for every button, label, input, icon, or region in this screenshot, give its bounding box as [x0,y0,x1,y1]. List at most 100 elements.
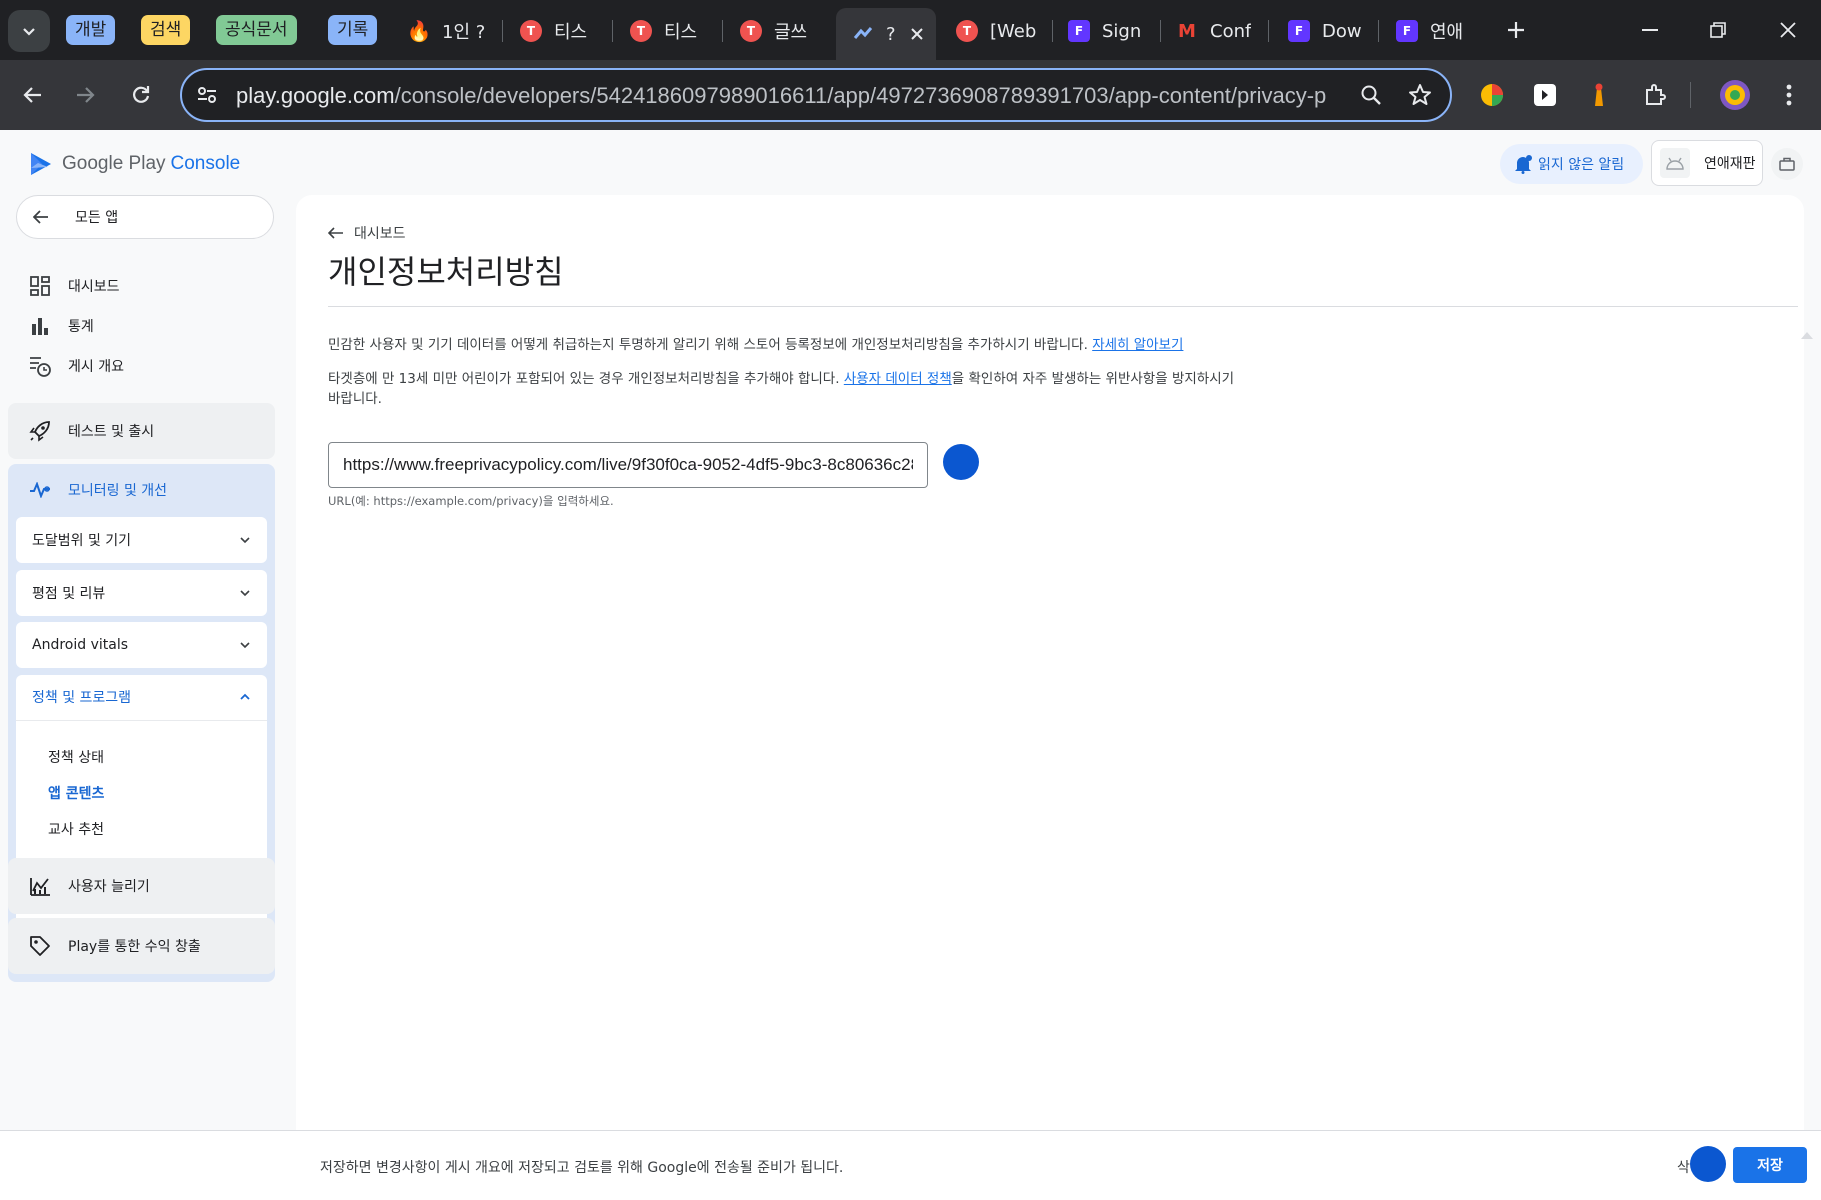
site-settings-icon[interactable] [196,84,218,106]
tab-search-button[interactable] [8,10,50,52]
android-icon [1666,157,1684,170]
sidebar-section-grow-users[interactable]: 사용자 늘리기 [8,858,275,914]
close-tab-icon[interactable] [910,27,924,41]
app-selector[interactable]: 연애재판 [1651,140,1763,186]
save-footer-message: 저장하면 변경사항이 게시 개요에 저장되고 검토를 위해 Google에 전송… [320,1160,844,1176]
scroll-up-arrow-icon[interactable] [1800,330,1814,340]
browser-tab[interactable]: F Dow [1288,12,1364,50]
close-window-button[interactable] [1760,12,1816,48]
tistory-icon: T [630,20,652,42]
browser-tab[interactable]: T 글쓰 [740,12,816,50]
fire-icon: 🔥 [408,19,432,43]
reload-icon [133,86,150,103]
play-console-logo[interactable]: Google Play Console [28,151,240,177]
play-console-page: Google Play Console 읽지 않은 알림 연애재판 모든 앱 대… [0,130,1821,1200]
sidebar-item-dashboard[interactable]: 대시보드 [28,274,120,298]
sidebar-sub-reach-devices[interactable]: 도달범위 및 기기 [16,517,267,563]
play-console-icon [853,27,873,39]
browser-tab[interactable]: 🔥 1인 ? [408,12,486,50]
back-to-dashboard-link[interactable]: 대시보드 [328,223,406,243]
tab-strip: 개발 검색 공식문서 기록 🔥 1인 ? T 티스 T 티스 T 글쓰 ? T … [0,0,1821,60]
url-hint: URL(예: https://example.com/privacy)을 입력하… [328,494,614,508]
sidebar-leaf-app-content[interactable]: 앱 콘텐츠 [48,783,104,803]
rocket-icon [28,419,52,443]
reload-button[interactable] [120,74,162,116]
figma-like-icon: F [1068,20,1090,42]
chevron-down-icon [240,537,250,544]
profile-avatar[interactable] [1718,78,1752,112]
extension-code-icon[interactable] [1528,78,1562,112]
main-content: 대시보드 개인정보처리방침 민감한 사용자 및 기기 데이터를 어떻게 취급하는… [296,195,1804,1130]
forward-button[interactable] [64,74,106,116]
unread-notifications-button[interactable]: 읽지 않은 알림 [1500,144,1643,184]
figma-like-icon: F [1396,20,1418,42]
growth-chart-icon [28,874,52,898]
chevron-down-icon [240,590,250,597]
zoom-icon[interactable] [1360,84,1382,106]
tistory-icon: T [520,20,542,42]
browser-tab[interactable]: T 티스 [630,12,706,50]
url-text[interactable]: play.google.com/console/developers/54241… [236,83,1326,109]
sidebar-section-monetize[interactable]: Play를 통한 수익 창출 [8,918,275,974]
all-apps-button[interactable]: 모든 앱 [16,195,274,239]
bar-chart-icon [28,314,52,338]
browser-toolbar: play.google.com/console/developers/54241… [0,60,1821,130]
play-logo-icon [31,153,51,175]
browser-tab-active[interactable]: ? [836,8,936,60]
sidebar-sub-android-vitals[interactable]: Android vitals [16,622,267,668]
tag-icon [28,934,52,958]
sidebar-sub-policy-header[interactable]: 정책 및 프로그램 [16,675,267,719]
discard-button[interactable]: 삭 [1677,1157,1690,1177]
user-data-policy-link[interactable]: 사용자 데이터 정책 [844,371,952,387]
minimize-icon [1642,29,1658,31]
chevron-up-icon [240,693,250,700]
extension-lighthouse-icon[interactable] [1582,78,1616,112]
browser-tab[interactable]: T [Web [956,12,1036,50]
learn-more-link[interactable]: 자세히 알아보기 [1092,337,1183,353]
browser-tab[interactable]: T 티스 [520,12,598,50]
figma-like-icon: F [1288,20,1310,42]
sidebar-section-monitor[interactable]: 모니터링 및 개선 [8,464,275,516]
children-policy-text: 타겟층에 만 13세 미만 어린이가 포함되어 있는 경우 개인정보처리방침을 … [328,371,1235,407]
tab-group-search[interactable]: 검색 [141,15,191,45]
chevron-down-icon [240,642,250,649]
tistory-icon: T [740,20,762,42]
sidebar-item-publishing-overview[interactable]: 게시 개요 [28,354,124,378]
sidebar-item-statistics[interactable]: 통계 [28,314,94,338]
gmail-icon: M [1178,20,1196,42]
arrow-left-icon [328,227,343,239]
address-bar[interactable]: play.google.com/console/developers/54241… [180,68,1452,122]
app-briefcase-button[interactable] [1771,148,1803,180]
more-vert-icon [1786,84,1792,106]
privacy-policy-url-input[interactable] [328,442,928,488]
sidebar-leaf-teacher-approved[interactable]: 교사 추천 [48,819,104,839]
tab-group-docs[interactable]: 공식문서 [216,15,297,45]
extension-color-icon[interactable] [1475,78,1509,112]
tab-group-records[interactable]: 기록 [328,15,378,45]
plus-icon [1508,22,1524,38]
arrow-left-icon [33,210,48,224]
dashboard-icon [28,274,52,298]
cursor-indicator [1690,1146,1726,1182]
bookmark-star-icon[interactable] [1408,83,1432,107]
restore-button[interactable] [1690,12,1746,48]
sidebar-sub-ratings-reviews[interactable]: 평점 및 리뷰 [16,570,267,616]
publishing-overview-icon [28,354,52,378]
tab-group-dev[interactable]: 개발 [66,15,116,45]
sidebar-section-test-release[interactable]: 테스트 및 출시 [8,403,275,459]
browser-tab[interactable]: M Conf [1176,12,1254,50]
privacy-intro-text: 민감한 사용자 및 기기 데이터를 어떻게 취급하는지 투명하게 알리기 위해 … [328,337,1184,353]
sidebar-leaf-policy-status[interactable]: 정책 상태 [48,747,104,767]
bell-icon [1515,155,1532,174]
back-button[interactable] [12,74,54,116]
browser-tab[interactable]: F 연애 [1396,12,1472,50]
minimize-button[interactable] [1622,12,1678,48]
arrow-right-icon [77,87,95,103]
close-icon [1780,22,1796,38]
save-button[interactable]: 저장 [1733,1147,1807,1183]
arrow-left-icon [23,87,41,103]
new-tab-button[interactable] [1488,12,1544,48]
browser-tab[interactable]: F Sign [1068,12,1146,50]
browser-menu-button[interactable] [1772,78,1806,112]
extensions-puzzle-icon[interactable] [1638,78,1672,112]
